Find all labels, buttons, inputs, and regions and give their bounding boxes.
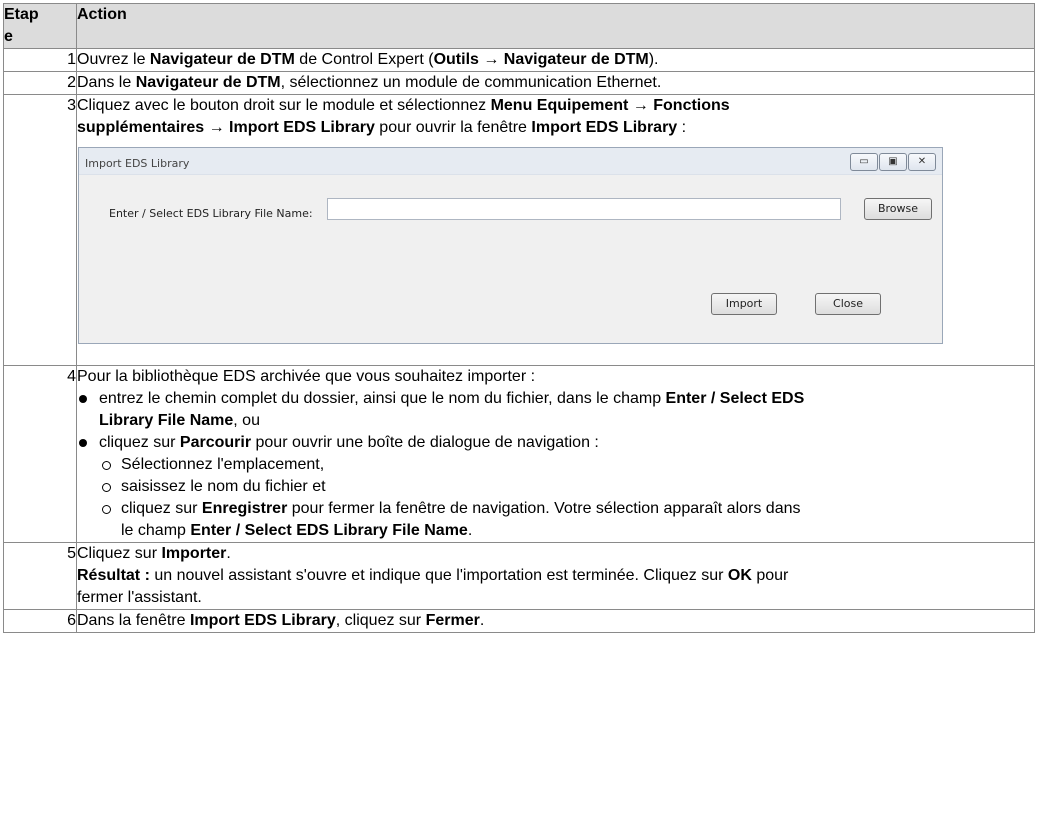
list-item: entrez le chemin complet du dossier, ain… bbox=[77, 388, 1034, 432]
step-number: 2 bbox=[3, 71, 77, 95]
list-item: saisissez le nom du fichier et bbox=[99, 476, 1034, 498]
table-row: 2 Dans le Navigateur de DTM, sélectionne… bbox=[3, 71, 1035, 95]
dialog-title: Import EDS Library bbox=[85, 157, 190, 170]
header-action: Action bbox=[76, 3, 1035, 49]
step-number: 6 bbox=[3, 609, 77, 633]
list-item: cliquez sur Parcourir pour ouvrir une bo… bbox=[77, 432, 1034, 542]
step-text: Dans la fenêtre Import EDS Library, cliq… bbox=[76, 609, 1035, 633]
step-text: Dans le Navigateur de DTM, sélectionnez … bbox=[76, 71, 1035, 95]
step-number: 5 bbox=[3, 542, 77, 610]
list-item: Sélectionnez l'emplacement, bbox=[99, 454, 1034, 476]
step-text: Cliquez sur Importer. Résultat : un nouv… bbox=[76, 542, 1035, 610]
close-icon[interactable]: ✕ bbox=[908, 153, 936, 171]
file-name-input[interactable] bbox=[327, 198, 841, 220]
maximize-icon[interactable]: ▣ bbox=[879, 153, 907, 171]
browse-button[interactable]: Browse bbox=[864, 198, 932, 220]
step-number: 3 bbox=[3, 94, 77, 366]
step-text: Ouvrez le Navigateur de DTM de Control E… bbox=[76, 48, 1035, 72]
step-number: 4 bbox=[3, 365, 77, 543]
bullet-list: entrez le chemin complet du dossier, ain… bbox=[77, 388, 1034, 542]
dialog-titlebar: Import EDS Library ▭ ▣ ✕ bbox=[79, 148, 942, 175]
step-text: Cliquez avec le bouton droit sur le modu… bbox=[76, 94, 1035, 366]
header-row: Etap e Action bbox=[3, 3, 1035, 49]
import-button[interactable]: Import bbox=[711, 293, 777, 315]
step-text: Pour la bibliothèque EDS archivée que vo… bbox=[76, 365, 1035, 543]
table-row: 4 Pour la bibliothèque EDS archivée que … bbox=[3, 365, 1035, 543]
minimize-icon[interactable]: ▭ bbox=[850, 153, 878, 171]
table-row: 3 Cliquez avec le bouton droit sur le mo… bbox=[3, 94, 1035, 366]
close-button[interactable]: Close bbox=[815, 293, 881, 315]
steps-table: Etap e Action 1 Ouvrez le Navigateur de D… bbox=[3, 3, 1035, 633]
table-row: 5 Cliquez sur Importer. Résultat : un no… bbox=[3, 542, 1035, 610]
table-row: 6 Dans la fenêtre Import EDS Library, cl… bbox=[3, 609, 1035, 633]
import-eds-dialog: Import EDS Library ▭ ▣ ✕ Enter / Select … bbox=[78, 147, 943, 344]
list-item: cliquez sur Enregistrer pour fermer la f… bbox=[99, 498, 1034, 542]
step-number: 1 bbox=[3, 48, 77, 72]
file-name-label: Enter / Select EDS Library File Name: bbox=[109, 207, 313, 220]
table-row: 1 Ouvrez le Navigateur de DTM de Control… bbox=[3, 48, 1035, 72]
header-step: Etap e bbox=[3, 3, 77, 49]
sub-list: Sélectionnez l'emplacement, saisissez le… bbox=[99, 454, 1034, 542]
dialog-screenshot: Import EDS Library ▭ ▣ ✕ Enter / Select … bbox=[77, 143, 1034, 365]
